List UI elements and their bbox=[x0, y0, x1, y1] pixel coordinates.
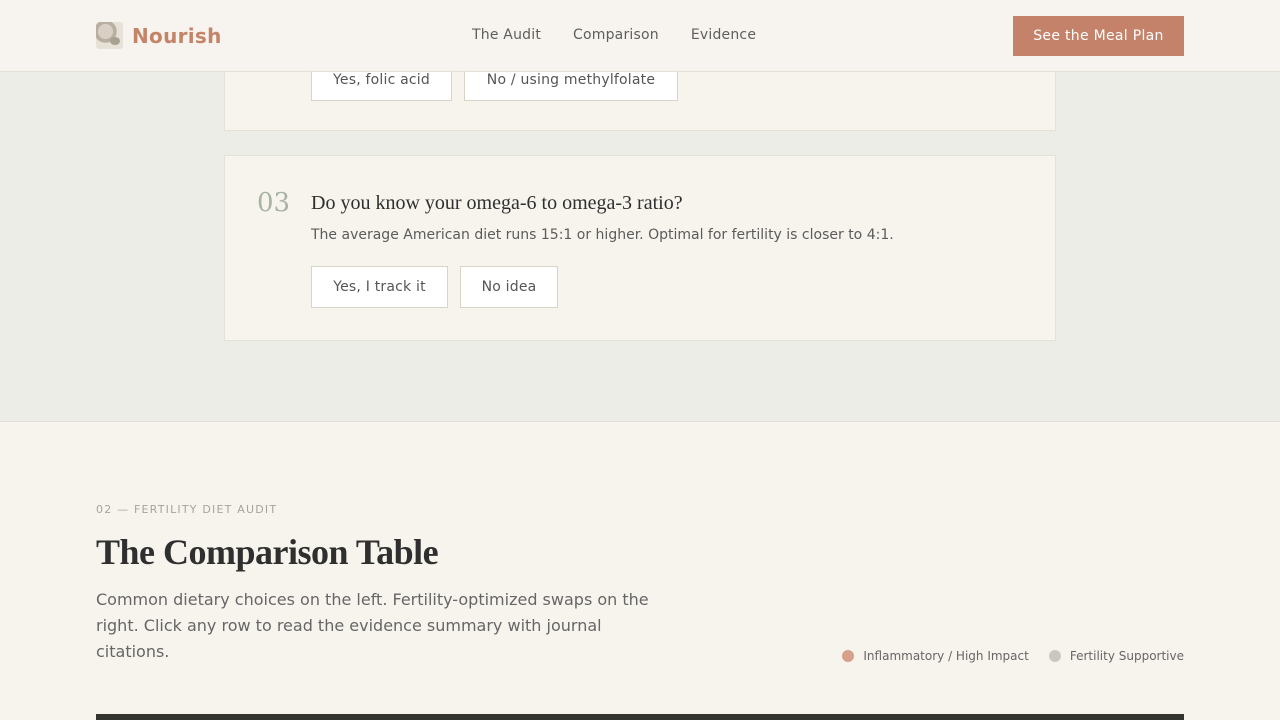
main-nav: The Audit Comparison Evidence bbox=[472, 27, 756, 43]
nav-link-evidence[interactable]: Evidence bbox=[691, 27, 756, 43]
section-description: Common dietary choices on the left. Fert… bbox=[96, 590, 649, 661]
inflammatory-dot-icon bbox=[842, 650, 855, 662]
legend-label: Fertility Supportive bbox=[1069, 649, 1184, 663]
option-no-idea[interactable]: No idea bbox=[460, 266, 558, 308]
question-card-03: 03 Do you know your omega-6 to omega-3 r… bbox=[224, 155, 1056, 341]
legend-item-inflammatory: Inflammatory / High Impact bbox=[842, 649, 1029, 663]
site-header: Nourish The Audit Comparison Evidence Se… bbox=[0, 0, 1280, 72]
legend-label: Inflammatory / High Impact bbox=[863, 649, 1029, 663]
supportive-dot-icon bbox=[1048, 650, 1061, 662]
question-title: Do you know your omega-6 to omega-3 rati… bbox=[311, 192, 683, 214]
section-eyebrow: 02 — FERTILITY DIET AUDIT bbox=[96, 503, 278, 516]
legend: Inflammatory / High Impact Fertility Sup… bbox=[842, 649, 1184, 663]
brand-logo[interactable]: Nourish bbox=[96, 22, 222, 49]
comparison-table-header bbox=[96, 714, 1184, 720]
logo-image bbox=[96, 22, 123, 49]
meal-plan-button[interactable]: See the Meal Plan bbox=[1013, 16, 1184, 56]
question-number: 03 bbox=[257, 188, 291, 218]
nav-link-audit[interactable]: The Audit bbox=[472, 27, 541, 43]
section-title: The Comparison Table bbox=[96, 532, 439, 572]
legend-item-supportive: Fertility Supportive bbox=[1048, 649, 1184, 663]
option-yes-track[interactable]: Yes, I track it bbox=[311, 266, 448, 308]
nav-link-comparison[interactable]: Comparison bbox=[573, 27, 659, 43]
question-description: The average American diet runs 15:1 or h… bbox=[311, 227, 894, 243]
brand-name: Nourish bbox=[132, 23, 222, 48]
